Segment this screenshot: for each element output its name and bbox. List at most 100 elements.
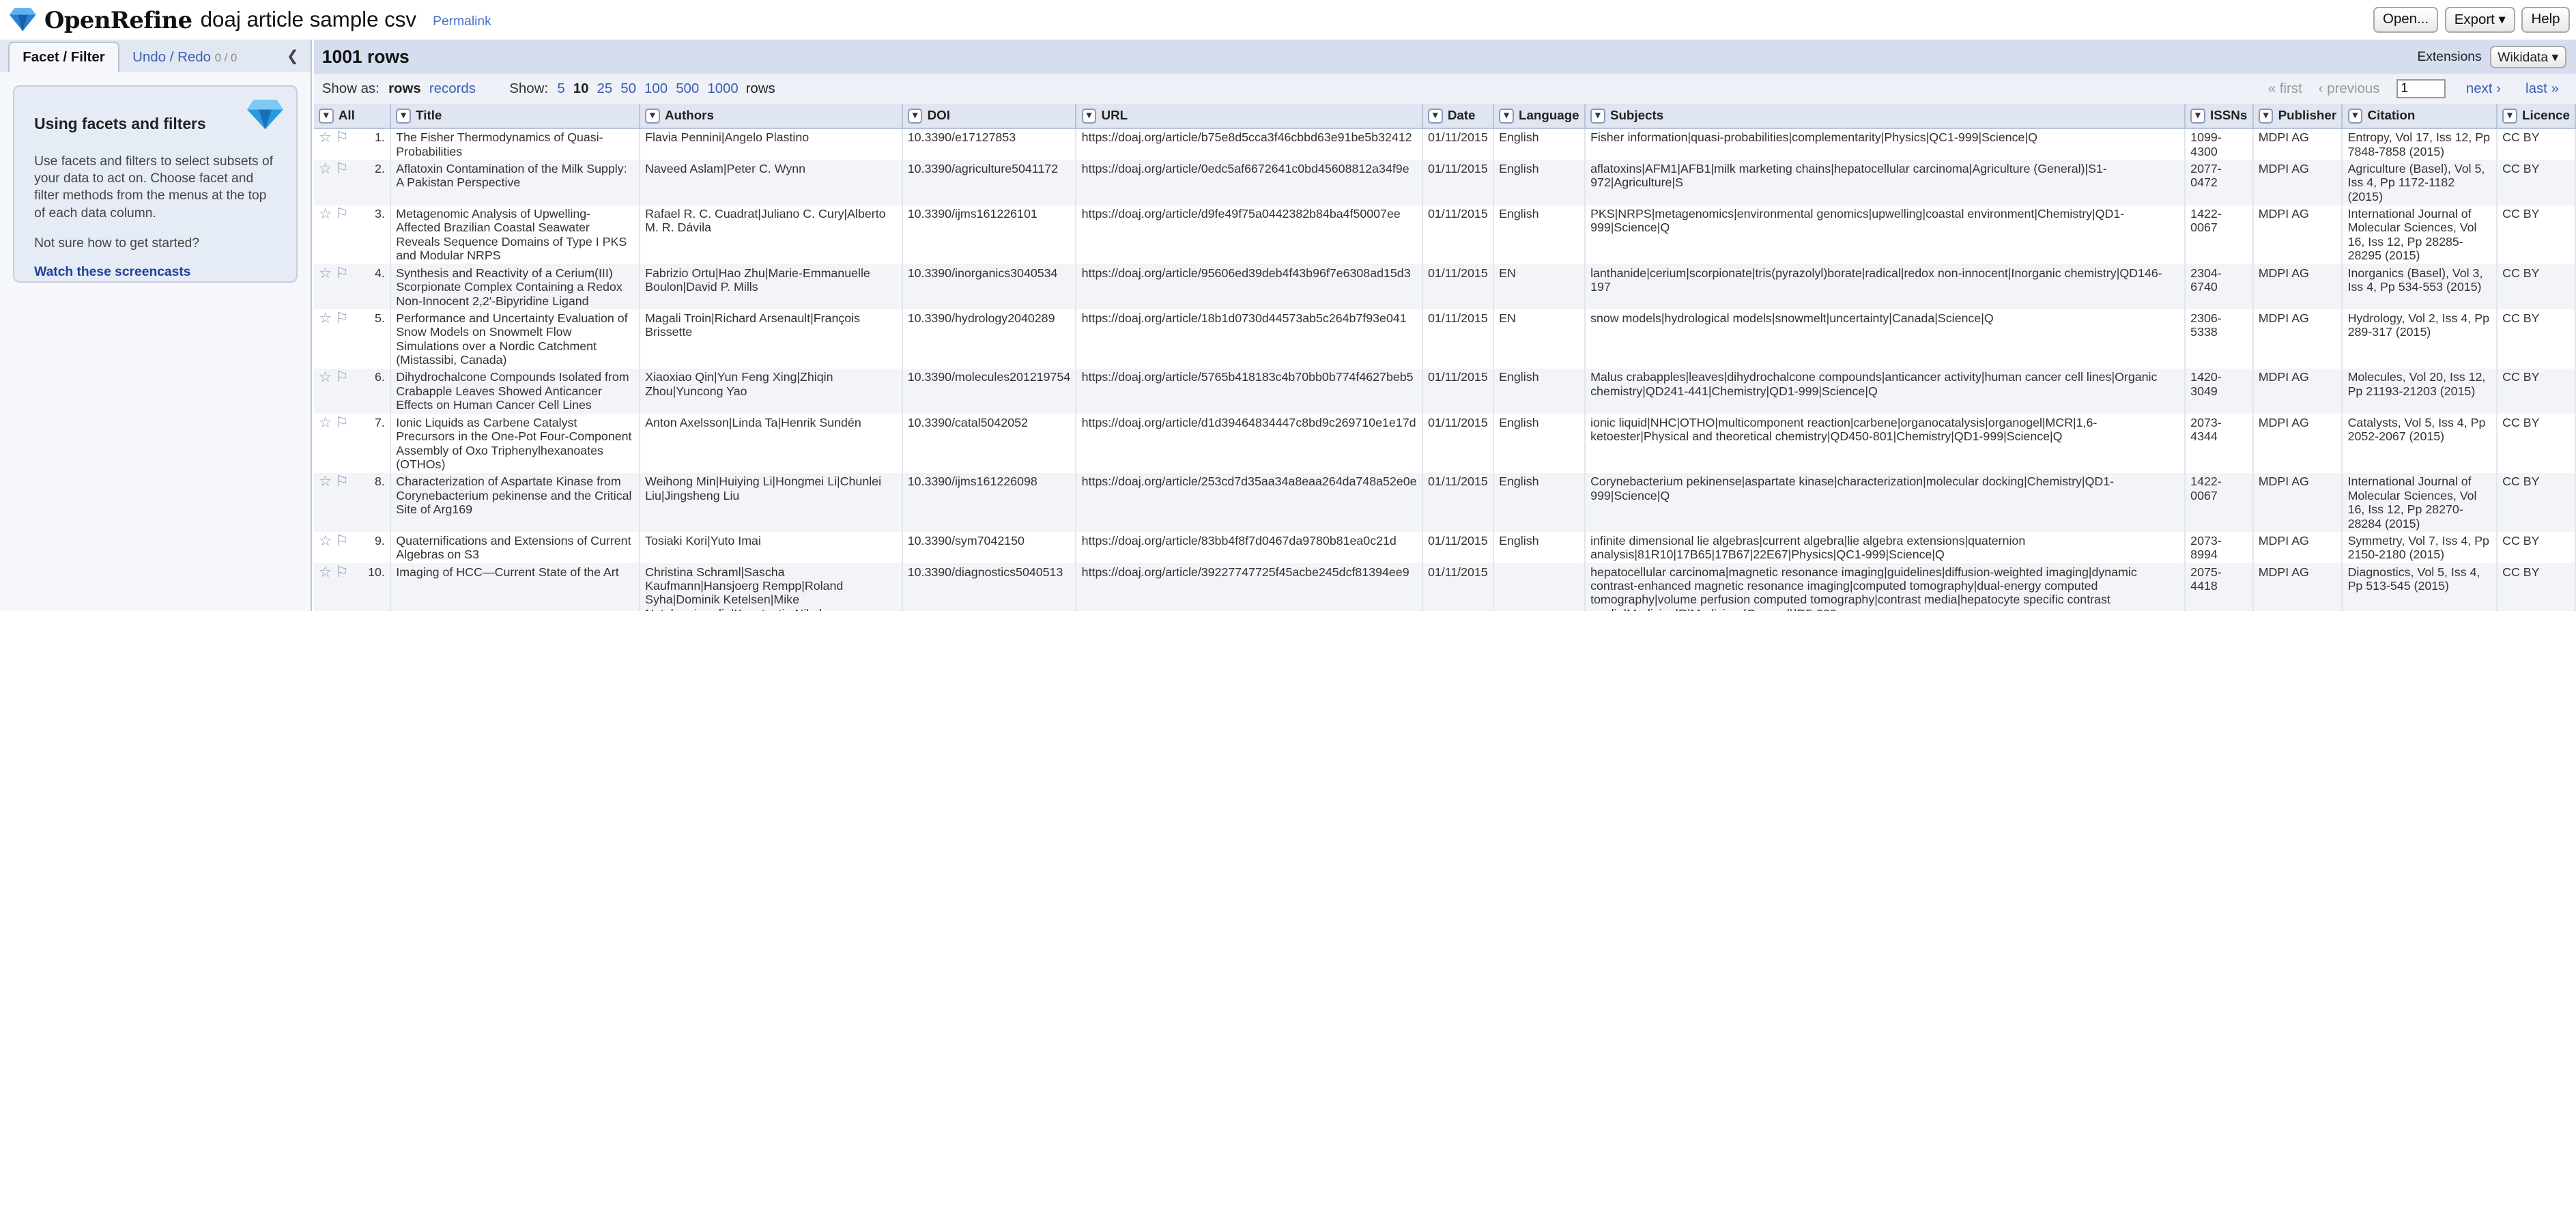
last-page-link[interactable]: last » xyxy=(2525,81,2559,97)
tab-undo-redo[interactable]: Undo / Redo 0 / 0 xyxy=(119,43,251,72)
cell-lang: English xyxy=(1493,205,1586,265)
column-menu-icon[interactable]: ▾ xyxy=(2502,108,2517,124)
star-icon[interactable]: ☆ xyxy=(319,309,332,326)
flag-icon[interactable]: ⚐ xyxy=(335,563,348,580)
column-menu-icon[interactable]: ▾ xyxy=(318,108,334,124)
cell-publisher: MDPI AG xyxy=(2252,264,2343,310)
column-menu-icon[interactable]: ▾ xyxy=(2258,108,2274,124)
column-header-all[interactable]: ▾ All xyxy=(313,103,392,129)
table-row: ☆ ⚐ 8. Characterization of Aspartate Kina… xyxy=(313,472,2576,532)
flag-icon[interactable]: ⚐ xyxy=(335,369,348,385)
column-menu-icon[interactable]: ▾ xyxy=(2190,108,2205,124)
column-menu-icon[interactable]: ▾ xyxy=(1081,108,1097,124)
page-size-1000[interactable]: 1000 xyxy=(707,81,738,96)
help-text: Use facets and filters to select subsets… xyxy=(34,154,273,221)
flag-icon[interactable]: ⚐ xyxy=(335,205,348,222)
flag-icon[interactable]: ⚐ xyxy=(335,264,348,281)
column-menu-icon[interactable]: ▾ xyxy=(1499,108,1514,124)
row-number: 1. xyxy=(374,130,385,145)
cell-url[interactable]: https://doaj.org/article/d9fe49f75a04423… xyxy=(1076,205,1423,265)
column-menu-icon[interactable]: ▾ xyxy=(1590,108,1605,124)
row-number: 4. xyxy=(374,266,385,280)
column-header-citation[interactable]: ▾ Citation xyxy=(2342,103,2498,129)
tab-facet-filter[interactable]: Facet / Filter xyxy=(8,41,119,72)
cell-doi: 10.3390/diagnostics5040513 xyxy=(902,563,1077,612)
column-menu-icon[interactable]: ▾ xyxy=(645,108,660,124)
page-size-25[interactable]: 25 xyxy=(597,81,613,96)
open-button[interactable]: Open... xyxy=(2373,6,2439,33)
column-header-publisher[interactable]: ▾ Publisher xyxy=(2252,103,2343,129)
star-icon[interactable]: ☆ xyxy=(319,473,332,489)
previous-page-link[interactable]: ‹ previous xyxy=(2319,81,2380,97)
flag-icon[interactable]: ⚐ xyxy=(335,473,348,489)
column-header-licence[interactable]: ▾ Licence xyxy=(2496,103,2576,129)
cell-url[interactable]: https://doaj.org/article/b75e8d5cca3f46c… xyxy=(1076,128,1423,160)
row-controls: ☆ ⚐ 9. xyxy=(313,532,392,564)
records-mode[interactable]: records xyxy=(429,81,476,97)
cell-subjects: snow models|hydrological models|snowmelt… xyxy=(1584,309,2186,369)
page-size-10[interactable]: 10 xyxy=(573,81,589,96)
column-menu-icon[interactable]: ▾ xyxy=(396,108,411,124)
diamond-icon xyxy=(246,100,283,130)
page-size-500[interactable]: 500 xyxy=(676,81,699,96)
screencasts-link[interactable]: Watch these screencasts xyxy=(34,265,190,279)
flag-icon[interactable]: ⚐ xyxy=(335,128,348,145)
help-button[interactable]: Help xyxy=(2521,6,2570,33)
cell-issn: 2073-4344 xyxy=(2184,414,2254,473)
project-name[interactable]: doaj article sample csv xyxy=(201,8,416,32)
column-label: Title xyxy=(416,107,442,122)
cell-url[interactable]: https://doaj.org/article/95606ed39deb4f4… xyxy=(1076,264,1423,310)
cell-url[interactable]: https://doaj.org/article/0edc5af6672641c… xyxy=(1076,160,1423,205)
column-menu-icon[interactable]: ▾ xyxy=(2347,108,2363,124)
cell-licence: CC BY xyxy=(2496,309,2576,369)
rows-mode[interactable]: rows xyxy=(388,81,421,97)
export-button[interactable]: Export ▾ xyxy=(2444,6,2515,33)
column-header-authors[interactable]: ▾ Authors xyxy=(639,103,903,129)
cell-url[interactable]: https://doaj.org/article/39227747725f45a… xyxy=(1076,563,1423,612)
page-size-5[interactable]: 5 xyxy=(557,81,564,96)
column-header-title[interactable]: ▾ Title xyxy=(390,103,640,129)
star-icon[interactable]: ☆ xyxy=(319,369,332,385)
cell-url[interactable]: https://doaj.org/article/18b1d0730d44573… xyxy=(1076,309,1423,369)
cell-url[interactable]: https://doaj.org/article/d1d39464834447c… xyxy=(1076,414,1423,473)
next-page-link[interactable]: next › xyxy=(2466,81,2501,97)
column-label: Publisher xyxy=(2278,107,2337,122)
star-icon[interactable]: ☆ xyxy=(319,264,332,281)
star-icon[interactable]: ☆ xyxy=(319,160,332,176)
column-header-issns[interactable]: ▾ ISSNs xyxy=(2184,103,2254,129)
star-icon[interactable]: ☆ xyxy=(319,414,332,430)
star-icon[interactable]: ☆ xyxy=(319,128,332,145)
first-page-link[interactable]: « first xyxy=(2268,81,2302,97)
column-header-language[interactable]: ▾ Language xyxy=(1493,103,1586,129)
row-number: 6. xyxy=(374,370,385,384)
page-size-50[interactable]: 50 xyxy=(620,81,636,96)
column-menu-icon[interactable]: ▾ xyxy=(907,108,923,124)
column-header-doi[interactable]: ▾ DOI xyxy=(902,103,1077,129)
page-size-100[interactable]: 100 xyxy=(644,81,668,96)
flag-icon[interactable]: ⚐ xyxy=(335,414,348,430)
flag-icon[interactable]: ⚐ xyxy=(335,532,348,548)
column-header-url[interactable]: ▾ URL xyxy=(1076,103,1423,129)
star-icon[interactable]: ☆ xyxy=(319,532,332,548)
star-icon[interactable]: ☆ xyxy=(319,563,332,580)
page-number-input[interactable] xyxy=(2396,79,2446,99)
permalink-link[interactable]: Permalink xyxy=(433,14,491,29)
column-menu-icon[interactable]: ▾ xyxy=(1427,108,1443,124)
flag-icon[interactable]: ⚐ xyxy=(335,160,348,176)
cell-url[interactable]: https://doaj.org/article/5765b418183c4b7… xyxy=(1076,369,1423,414)
column-header-subjects[interactable]: ▾ Subjects xyxy=(1584,103,2186,129)
star-icon[interactable]: ☆ xyxy=(319,205,332,222)
cell-doi: 10.3390/ijms161226098 xyxy=(902,472,1077,532)
cell-url[interactable]: https://doaj.org/article/253cd7d35aa34a8… xyxy=(1076,472,1423,532)
logo[interactable]: OpenRefine xyxy=(10,6,192,33)
cell-url[interactable]: https://doaj.org/article/83bb4f8f7d0467d… xyxy=(1076,532,1423,564)
cell-issn: 2304-6740 xyxy=(2184,264,2254,310)
column-header-date[interactable]: ▾ Date xyxy=(1422,103,1494,129)
row-controls: ☆ ⚐ 10. xyxy=(313,563,392,612)
cell-citation: International Journal of Molecular Scien… xyxy=(2342,205,2498,265)
collapse-left-icon[interactable]: ❮ xyxy=(285,47,301,64)
flag-icon[interactable]: ⚐ xyxy=(335,309,348,326)
column-headers: ▾ All ▾ Title ▾ Authors ▾ DOI ▾ URL ▾ Date ▾ Language… xyxy=(313,103,2576,129)
wikidata-button[interactable]: Wikidata ▾ xyxy=(2489,46,2566,69)
cell-issn: 2075-4418 xyxy=(2184,563,2254,612)
